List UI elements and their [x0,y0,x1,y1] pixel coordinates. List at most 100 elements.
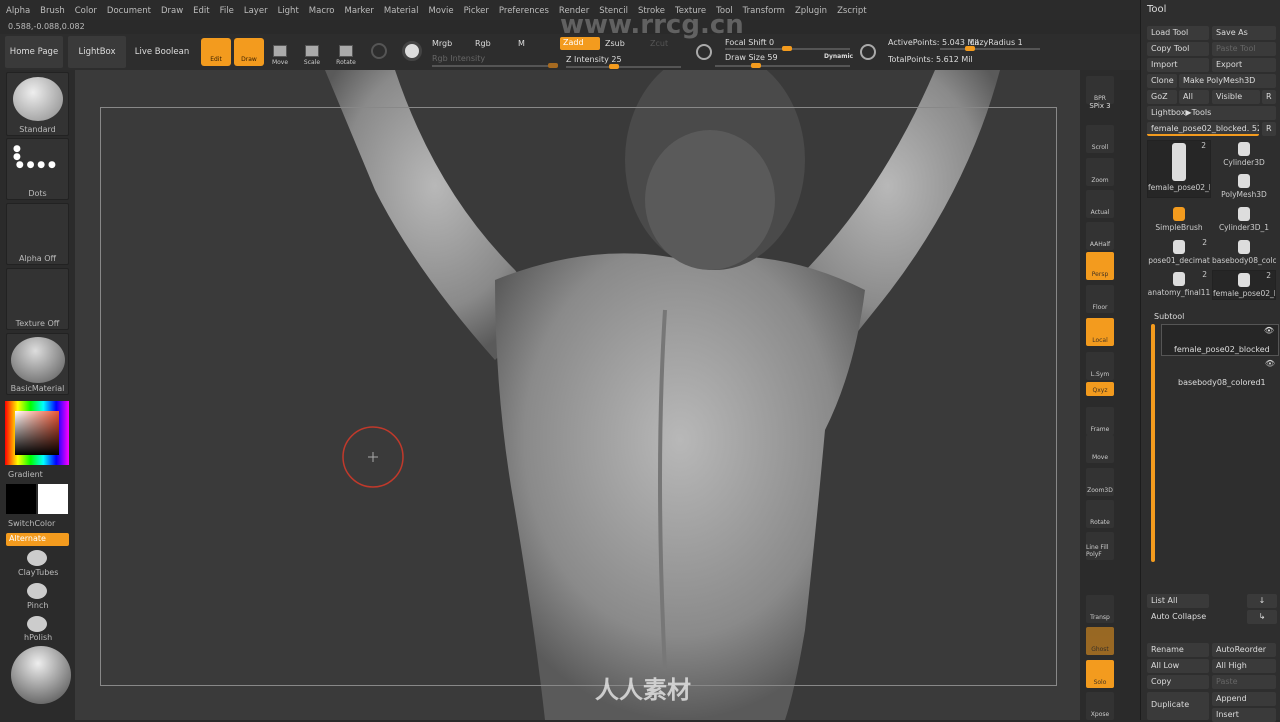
alternate-button[interactable]: Alternate [6,533,69,546]
autoreorder-button[interactable]: AutoReorder [1212,643,1276,657]
stroke-slot[interactable]: ● ● ● ● ● ● Dots [6,138,69,200]
color-picker[interactable] [5,401,69,465]
pinch-label[interactable]: Pinch [27,601,48,610]
lazy-radius-slider[interactable]: LazyRadius 1 [970,38,1023,47]
claytubes-icon[interactable] [27,550,47,566]
rightshelf-scroll[interactable]: Scroll [1086,125,1114,153]
tool-thumbnail[interactable]: female_pose02_l 2 [1147,140,1211,198]
texture-slot[interactable]: Texture Off [6,268,69,330]
rightshelf-zoom3d[interactable]: Zoom3D [1086,468,1114,496]
focal-shift-knob[interactable] [782,46,792,51]
rightshelf-move[interactable]: Move [1086,435,1114,463]
menu-marker[interactable]: Marker [345,6,374,20]
hpolish-label[interactable]: hPolish [24,633,52,642]
menu-edit[interactable]: Edit [193,6,209,20]
menu-file[interactable]: File [220,6,234,20]
rgb-intensity-knob[interactable] [548,63,558,68]
z-intensity-track[interactable] [566,64,681,69]
all-high-button[interactable]: All High [1212,659,1276,673]
rightshelf-local[interactable]: Local [1086,318,1114,346]
draw-button[interactable]: Draw [234,38,264,66]
rightshelf-ghost[interactable]: Ghost [1086,627,1114,655]
rgb-intensity-slider[interactable]: Rgb Intensity [432,54,485,63]
all-button[interactable]: All [1179,90,1209,104]
rightshelf-qxyz[interactable]: Qxyz [1086,382,1114,396]
save-as-button[interactable]: Save As [1212,26,1276,40]
tool-thumbnail[interactable]: SimpleBrush [1147,205,1211,235]
claytubes-label[interactable]: ClayTubes [18,568,58,577]
z-intensity-knob[interactable] [609,64,619,69]
paste-tool-button[interactable]: Paste Tool [1212,42,1276,56]
goz-button[interactable]: GoZ [1147,90,1177,104]
rightshelf-l-sym[interactable]: L.Sym [1086,352,1114,380]
mrgb-button[interactable]: Mrgb [432,39,452,48]
brush-slot[interactable]: Standard [6,72,69,136]
menu-material[interactable]: Material [384,6,419,20]
tool-thumbnail[interactable]: Cylinder3D [1212,140,1276,170]
secondary-color-swatch[interactable] [38,484,68,514]
menu-light[interactable]: Light [278,6,299,20]
zcut-button[interactable]: Zcut [650,39,668,48]
eye-icon[interactable]: 👁 [1264,326,1274,335]
menu-color[interactable]: Color [75,6,97,20]
rightshelf-line-fill-polyf[interactable]: Line Fill PolyF [1086,532,1114,560]
edit-button[interactable]: Edit [201,38,231,66]
sphere-brush-icon[interactable] [371,43,387,59]
menu-alpha[interactable]: Alpha [6,6,30,20]
home-page-button[interactable]: Home Page [5,36,63,68]
eye-icon[interactable]: 👁 [1265,359,1275,368]
rightshelf-persp[interactable]: Persp [1086,252,1114,280]
move-down-icon[interactable]: ↓ [1247,594,1277,608]
current-tool-r-button[interactable]: R [1262,122,1276,136]
pinch-icon[interactable] [27,583,47,599]
rename-button[interactable]: Rename [1147,643,1209,657]
material-s-icon[interactable] [402,41,422,61]
rightshelf-actual[interactable]: Actual [1086,190,1114,218]
rgb-button[interactable]: Rgb [475,39,491,48]
focal-shift-track[interactable] [725,46,850,51]
paste-button[interactable]: Paste [1212,675,1276,689]
main-color-swatch[interactable] [6,484,36,514]
tool-thumbnail[interactable]: basebody08_colc [1212,238,1276,268]
rightshelf-solo[interactable]: Solo [1086,660,1114,688]
dynamic-button[interactable]: Dynamic [824,53,853,60]
color-square[interactable] [15,411,59,455]
hpolish-icon[interactable] [27,616,47,632]
visible-button[interactable]: Visible [1212,90,1260,104]
menu-layer[interactable]: Layer [244,6,268,20]
tool-thumbnail[interactable]: PolyMesh3D [1212,172,1276,202]
gradient-label[interactable]: Gradient [8,470,43,479]
menu-brush[interactable]: Brush [40,6,65,20]
rgb-intensity-track[interactable] [432,63,558,68]
import-button[interactable]: Import [1147,58,1209,72]
menu-macro[interactable]: Macro [309,6,335,20]
duplicate-button[interactable]: Duplicate [1147,692,1209,720]
rotate-button[interactable]: Rotate [332,38,360,66]
lazy-radius-knob[interactable] [965,46,975,51]
load-tool-button[interactable]: Load Tool [1147,26,1209,40]
lazy-radius-track[interactable] [940,46,1040,51]
tool-thumbnail[interactable]: female_pose02_l 2 [1212,270,1276,300]
menu-movie[interactable]: Movie [428,6,453,20]
rightshelf-rotate[interactable]: Rotate [1086,500,1114,528]
rightshelf-xpose[interactable]: Xpose [1086,692,1114,720]
stroke-s-icon[interactable] [696,44,712,60]
move-button[interactable]: Move [266,38,294,66]
r-button[interactable]: R [1262,90,1276,104]
subtool-item-selected[interactable]: female_pose02_blocked 👁 [1161,324,1279,356]
subtool-item[interactable]: basebody08_colored1 👁 [1161,358,1279,388]
make-polymesh-button[interactable]: Make PolyMesh3D [1179,74,1276,88]
canvas-viewport[interactable]: 人人素材 [75,70,1080,720]
alpha-slot[interactable]: Alpha Off [6,203,69,265]
move-right-icon[interactable]: ↳ [1247,610,1277,624]
rightshelf-aahalf[interactable]: AAHalf [1086,222,1114,250]
current-tool-slider[interactable]: female_pose02_blocked. 52 [1147,122,1259,136]
menu-draw[interactable]: Draw [161,6,183,20]
menu-preferences[interactable]: Preferences [499,6,549,20]
tool-panel-title[interactable]: Tool [1147,4,1166,15]
live-boolean-button[interactable]: Live Boolean [132,36,192,68]
menu-zplugin[interactable]: Zplugin [795,6,827,20]
auto-collapse-button[interactable]: Auto Collapse [1147,610,1209,624]
lightbox-button[interactable]: LightBox [68,36,126,68]
rightshelf-spix-3[interactable]: SPix 3 [1086,100,1114,112]
